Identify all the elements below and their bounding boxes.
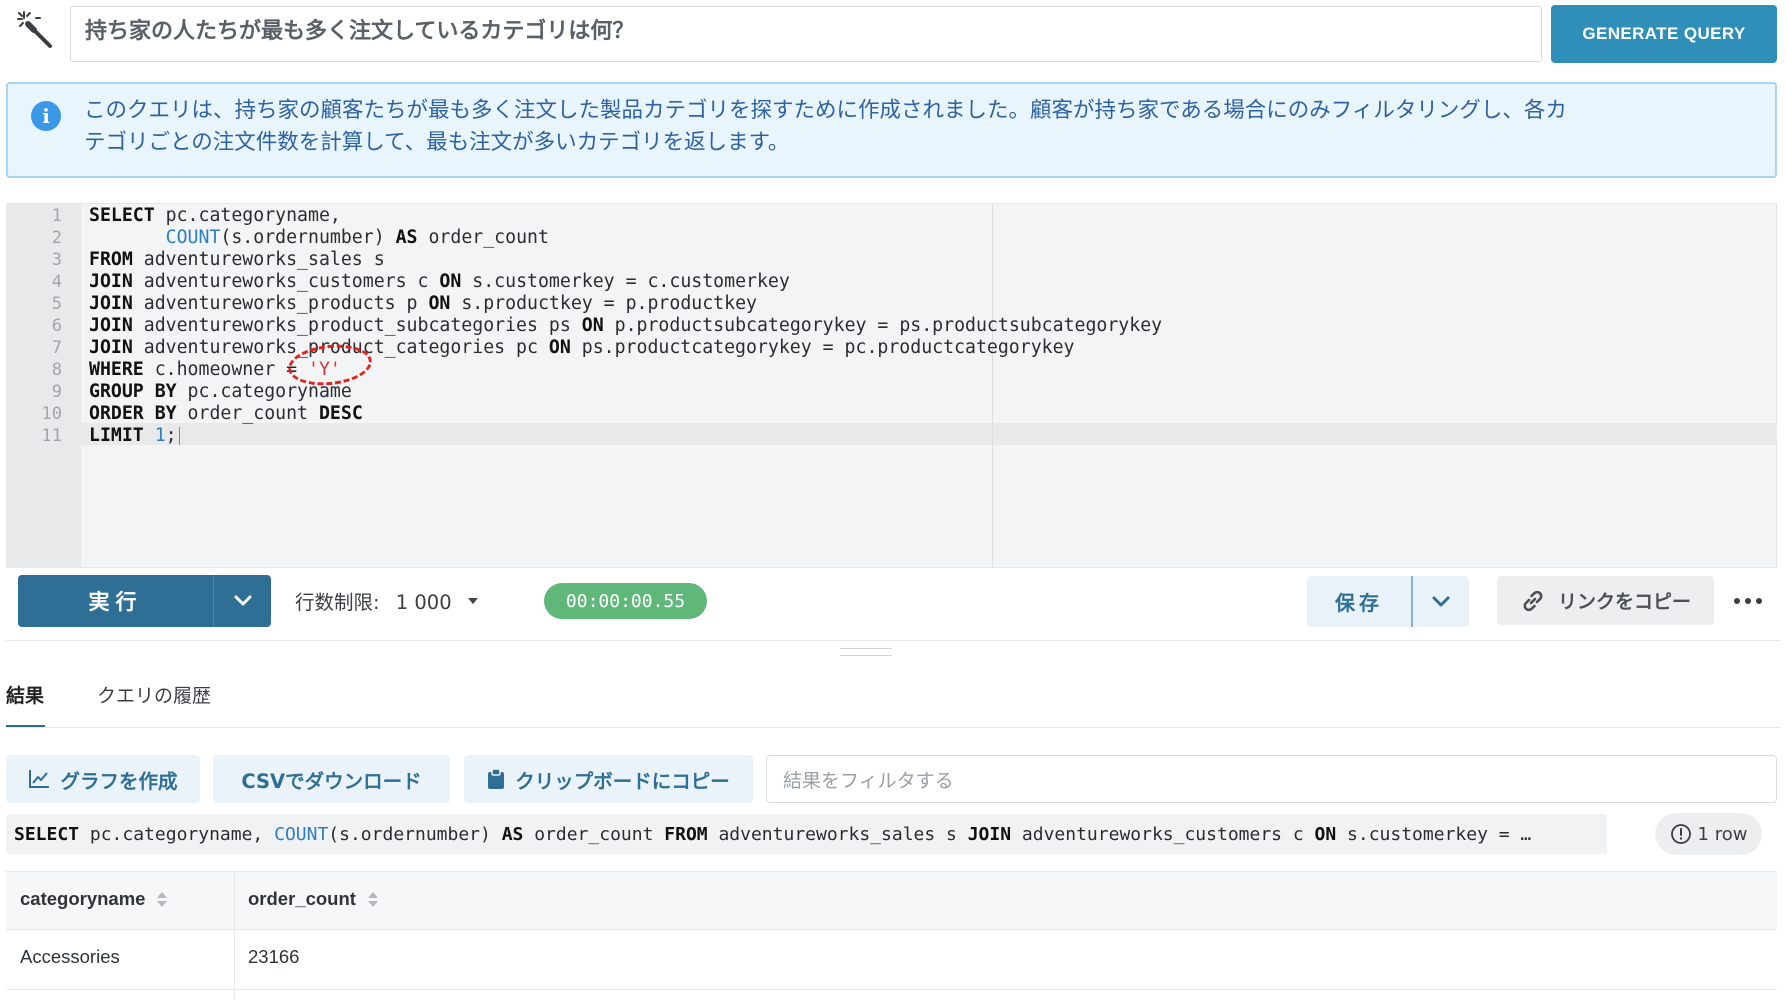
more-options-icon[interactable] — [1731, 590, 1765, 612]
question-input[interactable]: 持ち家の人たちが最も多く注文しているカテゴリは何？ — [70, 6, 1542, 62]
info-icon: i — [31, 101, 61, 131]
column-divider — [234, 871, 235, 999]
tab-query-history[interactable]: クエリの履歴 — [97, 681, 211, 708]
row-limit-label: 行数制限: — [295, 591, 380, 614]
column-header-order-count[interactable]: order_count — [248, 888, 378, 910]
row-limit-value: 1 000 — [395, 591, 452, 614]
info-text: このクエリは、持ち家の顧客たちが最も多く注文した製品カテゴリを探すために作成され… — [84, 95, 1754, 159]
download-csv-button[interactable]: CSVでダウンロード — [213, 755, 450, 803]
chevron-down-icon — [234, 595, 251, 606]
tabs-divider — [6, 727, 1781, 728]
row-count-badge: 1 row — [1655, 813, 1762, 855]
table-row-divider — [6, 989, 1777, 990]
column-header-label: order_count — [248, 888, 356, 909]
copy-clipboard-button[interactable]: クリップボードにコピー — [464, 755, 753, 803]
create-chart-button[interactable]: グラフを作成 — [6, 755, 200, 803]
resize-handle[interactable] — [840, 648, 892, 656]
tab-results[interactable]: 結果 — [6, 681, 44, 708]
run-button[interactable]: 実行 — [18, 575, 213, 627]
executed-sql-summary[interactable]: SELECT pc.categoryname, COUNT (s.ordernum… — [6, 814, 1607, 854]
run-dropdown-button[interactable] — [214, 575, 271, 627]
column-header-categoryname[interactable]: categoryname — [20, 888, 168, 910]
copy-clipboard-label: クリップボードにコピー — [515, 769, 730, 793]
copy-link-button[interactable]: リンクをコピー — [1497, 576, 1714, 625]
execution-timer: 00:00:00.55 — [544, 583, 707, 619]
info-line-2: テゴリごとの注文件数を計算して、最も注文が多いカテゴリを返します。 — [84, 130, 790, 155]
row-count-label: 1 row — [1697, 823, 1748, 845]
print-margin — [992, 204, 993, 567]
table-cell-categoryname: Accessories — [20, 946, 120, 967]
line-chart-icon — [29, 770, 50, 788]
save-button[interactable]: 保存 — [1307, 576, 1411, 627]
active-line-highlight — [6, 423, 1777, 445]
create-chart-label: グラフを作成 — [60, 769, 178, 793]
link-icon — [1523, 590, 1543, 611]
column-header-label: categoryname — [20, 888, 146, 909]
info-circle-icon — [1670, 824, 1691, 844]
save-dropdown-button[interactable] — [1413, 576, 1469, 627]
row-limit-select[interactable]: 行数制限: 1 000 — [295, 586, 452, 615]
info-line-1: このクエリは、持ち家の顧客たちが最も多く注文した製品カテゴリを探すために作成され… — [84, 98, 1567, 123]
table-cell-order-count: 23166 — [248, 946, 300, 967]
copy-link-label: リンクをコピー — [1557, 591, 1691, 613]
chevron-down-icon — [1432, 596, 1450, 606]
filter-results-input[interactable]: 結果をフィルタする — [766, 755, 1777, 803]
download-csv-label: CSVでダウンロード — [241, 769, 422, 793]
sort-icon[interactable] — [367, 891, 378, 907]
clipboard-icon — [488, 768, 505, 789]
toolbar-divider — [6, 640, 1781, 641]
caret-down-icon[interactable] — [468, 598, 478, 604]
filter-placeholder: 結果をフィルタする — [783, 769, 954, 792]
generate-query-button[interactable]: GENERATE QUERY — [1551, 5, 1777, 63]
magic-wand-icon — [16, 10, 56, 50]
sort-icon[interactable] — [157, 891, 168, 907]
